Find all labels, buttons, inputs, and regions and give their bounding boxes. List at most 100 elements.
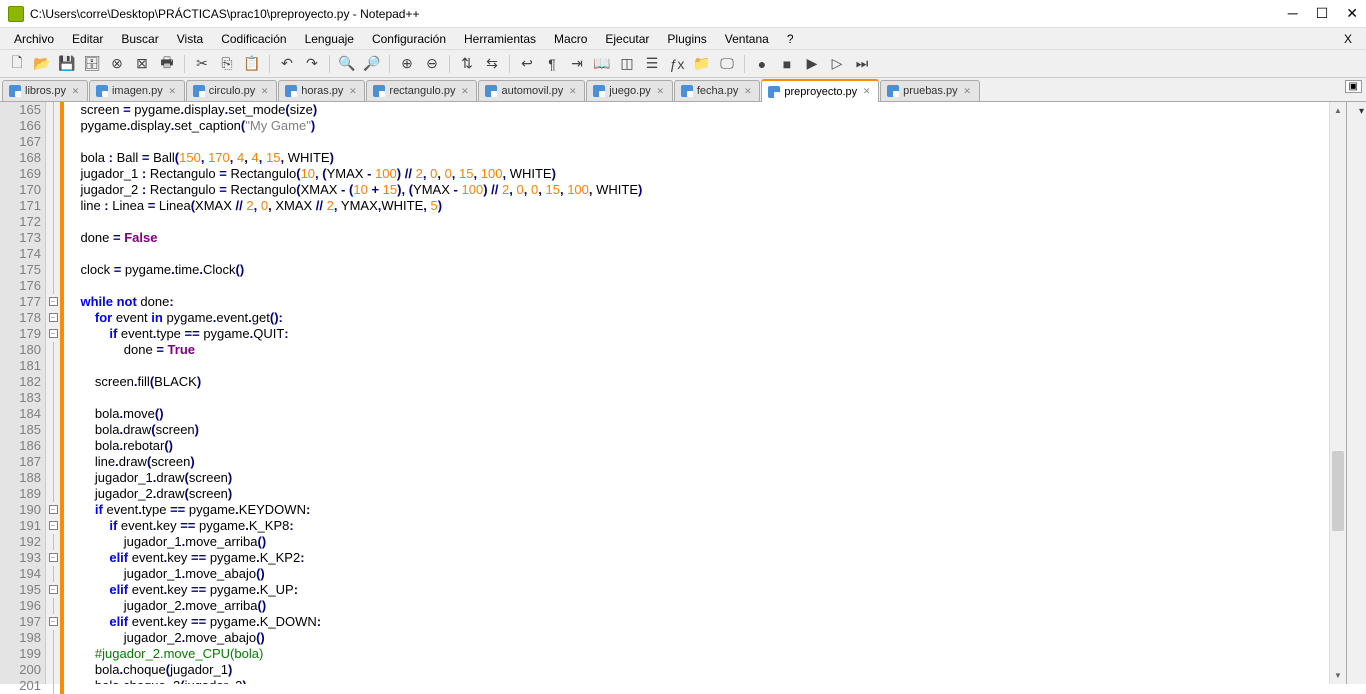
scroll-down-icon[interactable]: ▼ [1330, 667, 1346, 684]
menu-item-macro[interactable]: Macro [546, 30, 595, 48]
tab-preproyecto-py[interactable]: preproyecto.py ✕ [761, 79, 879, 102]
folder-button[interactable]: 📁 [691, 53, 713, 75]
record-button[interactable]: ● [751, 53, 773, 75]
file-icon [373, 85, 385, 97]
all-chars-button[interactable]: ¶ [541, 53, 563, 75]
tab-close-icon[interactable]: ✕ [742, 86, 753, 97]
menu-item-plugins[interactable]: Plugins [659, 30, 714, 48]
sync-h-button[interactable]: ⇆ [481, 53, 503, 75]
tab-imagen-py[interactable]: imagen.py ✕ [89, 80, 185, 101]
menu-item-ejecutar[interactable]: Ejecutar [597, 30, 657, 48]
save-all-button[interactable]: 🗄 [81, 53, 103, 75]
close-button[interactable]: ✕ [1346, 5, 1358, 22]
tab-automovil-py[interactable]: automovil.py✕ [478, 80, 585, 101]
copy-button[interactable]: ⎘ [216, 53, 238, 75]
restore-panel-icon[interactable]: ▣ [1345, 80, 1362, 93]
indent-button[interactable]: ⇥ [566, 53, 588, 75]
doc-map-button[interactable]: ◫ [616, 53, 638, 75]
tab-label: juego.py [609, 85, 651, 97]
menu-item-codificación[interactable]: Codificación [213, 30, 294, 48]
menu-item-editar[interactable]: Editar [64, 30, 111, 48]
menu-item-ventana[interactable]: Ventana [717, 30, 777, 48]
play-multi-button[interactable]: ⏭ [851, 53, 873, 75]
lang-button[interactable]: 📖 [591, 53, 613, 75]
tab-label: preproyecto.py [784, 86, 857, 98]
file-icon [681, 85, 693, 97]
title-bar: C:\Users\corre\Desktop\PRÁCTICAS\prac10\… [0, 0, 1366, 28]
open-button[interactable]: 📂 [31, 53, 53, 75]
wrap-button[interactable]: ↩ [516, 53, 538, 75]
doc-list-button[interactable]: ☰ [641, 53, 663, 75]
tab-label: horas.py [301, 85, 343, 97]
code-area[interactable]: screen = pygame.display.set_mode(size) p… [64, 102, 1329, 684]
func-list-button[interactable]: ƒx [666, 53, 688, 75]
file-icon [285, 85, 297, 97]
scroll-up-icon[interactable]: ▲ [1330, 102, 1346, 119]
play-button[interactable]: ▶ [801, 53, 823, 75]
tab-label: circulo.py [209, 85, 255, 97]
close-button[interactable]: ⊗ [106, 53, 128, 75]
print-button[interactable]: 🖶 [156, 53, 178, 75]
tab-close-icon[interactable]: ✕ [459, 86, 470, 97]
tab-circulo-py[interactable]: circulo.py ✕ [186, 80, 277, 101]
tab-horas-py[interactable]: horas.py ✕ [278, 80, 365, 101]
tab-close-icon[interactable]: ✕ [861, 86, 872, 97]
menu-item-lenguaje[interactable]: Lenguaje [297, 30, 362, 48]
file-icon [193, 85, 205, 97]
tab-close-icon[interactable]: ✕ [70, 86, 81, 97]
close-all-button[interactable]: ⊠ [131, 53, 153, 75]
run-button[interactable]: ▷ [826, 53, 848, 75]
menu-item-configuración[interactable]: Configuración [364, 30, 454, 48]
fold-column[interactable]: −−−−−−−− [46, 102, 60, 684]
tab-label: libros.py [25, 85, 66, 97]
menu-item-vista[interactable]: Vista [169, 30, 211, 48]
workspace: 1651661671681691701711721731741751761771… [0, 102, 1366, 684]
menubar-close-icon[interactable]: X [1336, 32, 1360, 46]
tab-close-icon[interactable]: ✕ [655, 86, 666, 97]
side-panel-tab[interactable]: ▾ [1359, 106, 1364, 117]
tab-juego-py[interactable]: juego.py ✕ [586, 80, 673, 101]
tab-label: fecha.py [697, 85, 739, 97]
undo-button[interactable]: ↶ [276, 53, 298, 75]
tab-rectangulo-py[interactable]: rectangulo.py ✕ [366, 80, 477, 101]
tab-libros-py[interactable]: libros.py ✕ [2, 80, 88, 101]
tab-fecha-py[interactable]: fecha.py✕ [674, 80, 761, 101]
toolbar: 🗋📂💾🗄⊗⊠🖶 ✂⎘📋 ↶↷ 🔍🔎 ⊕⊖ ⇅⇆ ↩¶⇥📖◫☰ƒx📁🖵 ●■▶▷⏭ [0, 50, 1366, 78]
file-icon [593, 85, 605, 97]
find-button[interactable]: 🔍 [336, 53, 358, 75]
minimize-button[interactable]: ─ [1288, 5, 1298, 22]
tab-close-icon[interactable]: ✕ [347, 86, 358, 97]
tab-close-icon[interactable]: ✕ [167, 86, 178, 97]
new-button[interactable]: 🗋 [6, 53, 28, 75]
menu-item-archivo[interactable]: Archivo [6, 30, 62, 48]
stop-button[interactable]: ■ [776, 53, 798, 75]
maximize-button[interactable]: ☐ [1316, 5, 1329, 22]
redo-button[interactable]: ↷ [301, 53, 323, 75]
menu-item-herramientas[interactable]: Herramientas [456, 30, 544, 48]
tab-close-icon[interactable]: ✕ [962, 86, 973, 97]
monitor-button[interactable]: 🖵 [716, 53, 738, 75]
vertical-scrollbar[interactable]: ▲ ▼ [1329, 102, 1346, 684]
line-number-gutter[interactable]: 1651661671681691701711721731741751761771… [0, 102, 46, 684]
tab-label: pruebas.py [903, 85, 957, 97]
replace-button[interactable]: 🔎 [361, 53, 383, 75]
tab-label: rectangulo.py [389, 85, 455, 97]
zoom-out-button[interactable]: ⊖ [421, 53, 443, 75]
cut-button[interactable]: ✂ [191, 53, 213, 75]
file-icon [9, 85, 21, 97]
file-icon [485, 85, 497, 97]
tab-label: imagen.py [112, 85, 163, 97]
menu-item-buscar[interactable]: Buscar [113, 30, 166, 48]
tab-pruebas-py[interactable]: pruebas.py ✕ [880, 80, 979, 101]
zoom-in-button[interactable]: ⊕ [396, 53, 418, 75]
menu-item-?[interactable]: ? [779, 30, 802, 48]
tab-close-icon[interactable]: ✕ [259, 86, 270, 97]
save-button[interactable]: 💾 [56, 53, 78, 75]
side-panel[interactable]: ▾ [1346, 102, 1366, 684]
sync-v-button[interactable]: ⇅ [456, 53, 478, 75]
tab-close-icon[interactable]: ✕ [567, 86, 578, 97]
paste-button[interactable]: 📋 [241, 53, 263, 75]
file-icon [768, 86, 780, 98]
editor[interactable]: 1651661671681691701711721731741751761771… [0, 102, 1346, 684]
scroll-thumb[interactable] [1332, 451, 1344, 531]
